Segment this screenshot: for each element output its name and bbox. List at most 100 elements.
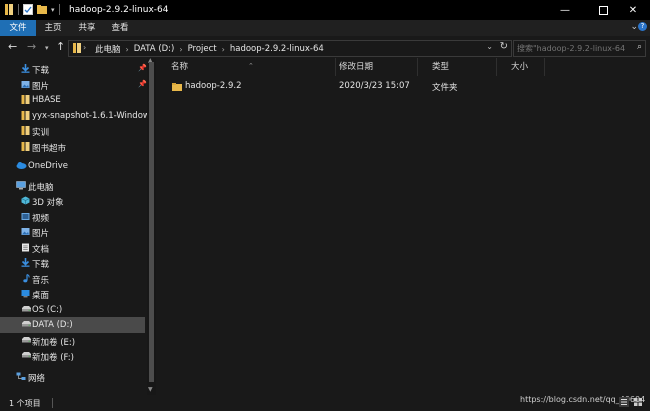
- close-icon: ✕: [628, 4, 638, 16]
- sidebar-item[interactable]: 3D 对象: [0, 193, 145, 209]
- desktop-icon: [21, 289, 30, 298]
- sidebar-item-label: 下载: [32, 66, 50, 76]
- download-icon: [21, 64, 30, 73]
- refresh-icon[interactable]: ↻: [500, 41, 508, 52]
- sidebar-item-label: 此电脑: [28, 183, 54, 193]
- expand-ribbon-icon[interactable]: ⌄: [630, 22, 638, 32]
- sidebar-item-label: 实训: [32, 128, 50, 138]
- pin-icon[interactable]: 📌: [138, 64, 147, 72]
- item-count: 1 个项目: [9, 399, 41, 408]
- column-name-label: 名称: [171, 62, 189, 72]
- sidebar-item-label: 下载: [32, 260, 50, 270]
- file-list: 名称 ⌃ 修改日期 类型 大小 hadoop-2.9.2 2020/3/23 1…: [157, 58, 650, 395]
- sidebar-item[interactable]: 文档: [0, 240, 145, 256]
- scroll-down-icon[interactable]: ▼: [148, 386, 153, 393]
- folder-icon: [21, 95, 30, 104]
- details-view-icon[interactable]: [619, 397, 629, 407]
- tab-view[interactable]: 查看: [106, 20, 134, 36]
- breadcrumb-arrow-icon[interactable]: ›: [126, 45, 129, 54]
- address-dropdown-icon[interactable]: ⌄: [486, 42, 493, 51]
- forward-button[interactable]: →: [27, 40, 36, 53]
- sidebar-item-label: 3D 对象: [32, 198, 64, 208]
- sidebar-item-label: 桌面: [32, 291, 50, 301]
- search-icon: ⌕: [636, 42, 642, 52]
- sidebar-item-label: 新加卷 (E:): [32, 338, 76, 348]
- folder-icon: [172, 83, 182, 91]
- column-header-size[interactable]: 大小: [497, 58, 545, 76]
- breadcrumb-project[interactable]: Project: [188, 44, 217, 54]
- breadcrumb-current[interactable]: hadoop-2.9.2-linux-64: [230, 44, 324, 54]
- pin-icon[interactable]: 📌: [138, 80, 147, 88]
- sidebar-item[interactable]: 实训: [0, 123, 145, 139]
- ribbon-tabs: 文件 主页 共享 查看 ⌄ ?: [0, 20, 650, 36]
- sidebar-item-label: 音乐: [32, 276, 50, 286]
- navigation-scrollbar[interactable]: ▲ ▼: [147, 57, 156, 395]
- computer-icon: [16, 181, 26, 190]
- tab-share[interactable]: 共享: [73, 20, 101, 36]
- column-header-name[interactable]: 名称 ⌃: [157, 58, 336, 76]
- sidebar-item-label: DATA (D:): [32, 320, 73, 330]
- breadcrumb-this-pc[interactable]: 此电脑: [95, 43, 121, 55]
- video-icon: [21, 212, 30, 221]
- sidebar-item[interactable]: 音乐: [0, 271, 145, 287]
- drive-icon: [21, 305, 31, 314]
- network-icon: [16, 372, 26, 381]
- address-bar[interactable]: › 此电脑 › DATA (D:) › Project › hadoop-2.9…: [68, 40, 512, 57]
- sidebar-item[interactable]: 新加卷 (F:): [0, 348, 145, 364]
- sidebar-item[interactable]: 图书超市: [0, 139, 145, 155]
- new-folder-icon[interactable]: [37, 4, 47, 15]
- column-modified-label: 修改日期: [339, 62, 374, 72]
- sidebar-item[interactable]: 图片: [0, 224, 145, 240]
- sidebar-item[interactable]: 视频: [0, 209, 145, 225]
- sidebar-item-label: 图片: [32, 229, 50, 239]
- sort-ascending-icon: ⌃: [248, 62, 254, 70]
- large-icons-view-icon[interactable]: [633, 397, 643, 407]
- minimize-button[interactable]: —: [548, 0, 582, 20]
- search-box[interactable]: ⌕: [513, 40, 646, 57]
- sidebar-item[interactable]: OneDrive: [0, 158, 145, 174]
- search-input[interactable]: [517, 42, 625, 54]
- tab-home[interactable]: 主页: [39, 20, 67, 36]
- sidebar-item[interactable]: OS (C:): [0, 302, 145, 318]
- back-button[interactable]: ←: [8, 40, 17, 53]
- customize-toolbar-icon[interactable]: ▾: [51, 6, 55, 14]
- sidebar-item[interactable]: 下载: [0, 255, 145, 271]
- document-icon: [21, 243, 30, 252]
- sidebar-item[interactable]: 网络: [0, 369, 145, 385]
- sidebar-item[interactable]: 图片 📌: [0, 77, 147, 93]
- sidebar-item[interactable]: 此电脑: [0, 178, 145, 194]
- breadcrumb-arrow-icon[interactable]: ›: [83, 43, 86, 52]
- breadcrumb-arrow-icon[interactable]: ›: [222, 45, 225, 54]
- recent-locations-icon[interactable]: ▾: [45, 44, 49, 52]
- folder-icon: [5, 4, 13, 15]
- sidebar-item-label: 图片: [32, 82, 50, 92]
- pictures-icon: [21, 80, 30, 89]
- help-icon[interactable]: ?: [638, 22, 647, 31]
- table-row[interactable]: hadoop-2.9.2 2020/3/23 15:07 文件夹: [157, 78, 557, 95]
- maximize-button[interactable]: [586, 0, 620, 20]
- close-button[interactable]: ✕: [616, 0, 650, 20]
- sidebar-item[interactable]: 桌面: [0, 286, 145, 302]
- status-separator: [52, 398, 53, 408]
- drive-icon: [21, 320, 31, 329]
- sidebar-item[interactable]: DATA (D:): [0, 317, 145, 333]
- up-button[interactable]: ↑: [56, 40, 65, 53]
- breadcrumb-drive-d[interactable]: DATA (D:): [134, 44, 175, 54]
- file-type: 文件夹: [432, 83, 458, 93]
- properties-icon[interactable]: [23, 4, 33, 15]
- tab-file[interactable]: 文件: [0, 20, 36, 36]
- folder-icon: [21, 142, 30, 151]
- maximize-icon: [598, 5, 608, 15]
- sidebar-item[interactable]: 新加卷 (E:): [0, 333, 145, 349]
- column-header-modified[interactable]: 修改日期: [325, 58, 418, 76]
- sidebar-item[interactable]: 下载 📌: [0, 61, 147, 77]
- title-bar: ▾ hadoop-2.9.2-linux-64 — ✕: [0, 0, 650, 20]
- scrollbar-thumb[interactable]: [149, 62, 154, 382]
- sidebar-item[interactable]: HBASE: [0, 92, 145, 108]
- sidebar-item[interactable]: yyx-snapshot-1.6.1-Windows: [0, 108, 154, 124]
- quick-access-toolbar: ▾: [4, 4, 60, 15]
- breadcrumb-arrow-icon[interactable]: ›: [179, 45, 182, 54]
- music-icon: [21, 274, 30, 283]
- column-header-type[interactable]: 类型: [418, 58, 497, 76]
- pictures-icon: [21, 227, 30, 236]
